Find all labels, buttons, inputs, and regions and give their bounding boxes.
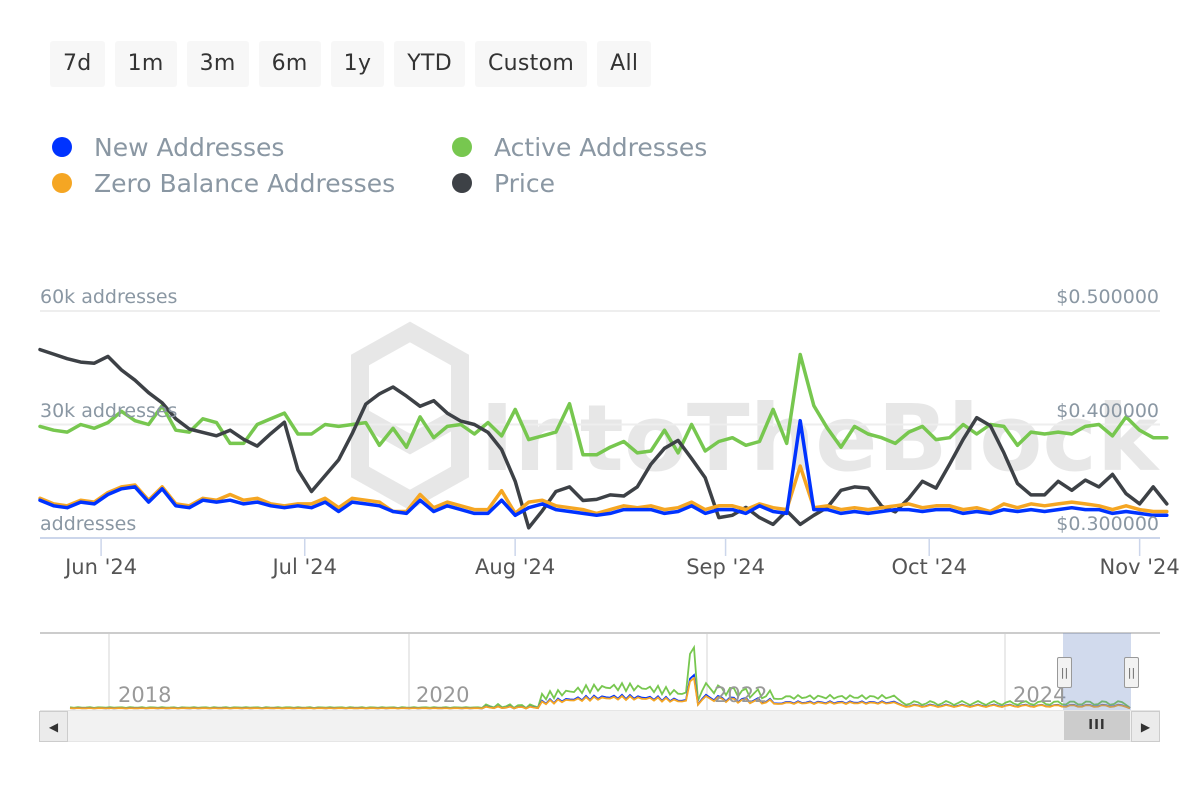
y-right-tick-label: $0.300000 <box>1056 513 1159 535</box>
x-tick-label: Sep '24 <box>686 555 765 579</box>
caret-left-icon: ◀ <box>48 719 59 734</box>
scroll-right-button[interactable]: ▶ <box>1131 711 1160 742</box>
navigator-scrollbar-track[interactable] <box>40 710 1160 742</box>
y-left-tick-label: 30k addresses <box>40 400 178 422</box>
navigator-year-label: 2020 <box>416 683 470 707</box>
navigator-right-handle[interactable]: || <box>1124 657 1139 688</box>
y-right-tick-label: $0.400000 <box>1056 400 1159 422</box>
navigator-year-label: 2022 <box>714 683 768 707</box>
caret-right-icon: ▶ <box>1140 719 1151 734</box>
y-left-tick-label: addresses <box>40 513 137 535</box>
y-left-tick-label: 60k addresses <box>40 286 178 308</box>
y-right-tick-label: $0.500000 <box>1056 286 1159 308</box>
x-tick-label: Jun '24 <box>65 555 138 579</box>
navigator-year-label: 2018 <box>118 683 172 707</box>
x-tick-label: Nov '24 <box>1099 555 1180 579</box>
scrollbar-thumb[interactable]: III <box>1064 711 1130 740</box>
x-tick-label: Oct '24 <box>891 555 967 579</box>
x-tick-label: Jul '24 <box>272 555 337 579</box>
watermark-logo: IntoTheBlock <box>351 321 1160 511</box>
main-chart[interactable]: IntoTheBlock <box>0 0 1200 800</box>
scroll-left-button[interactable]: ◀ <box>39 711 68 742</box>
navigator-left-handle[interactable]: || <box>1057 657 1072 688</box>
x-tick-label: Aug '24 <box>475 555 556 579</box>
navigator-line-new-addresses <box>69 673 1131 710</box>
navigator-selected-range[interactable] <box>1063 633 1131 711</box>
